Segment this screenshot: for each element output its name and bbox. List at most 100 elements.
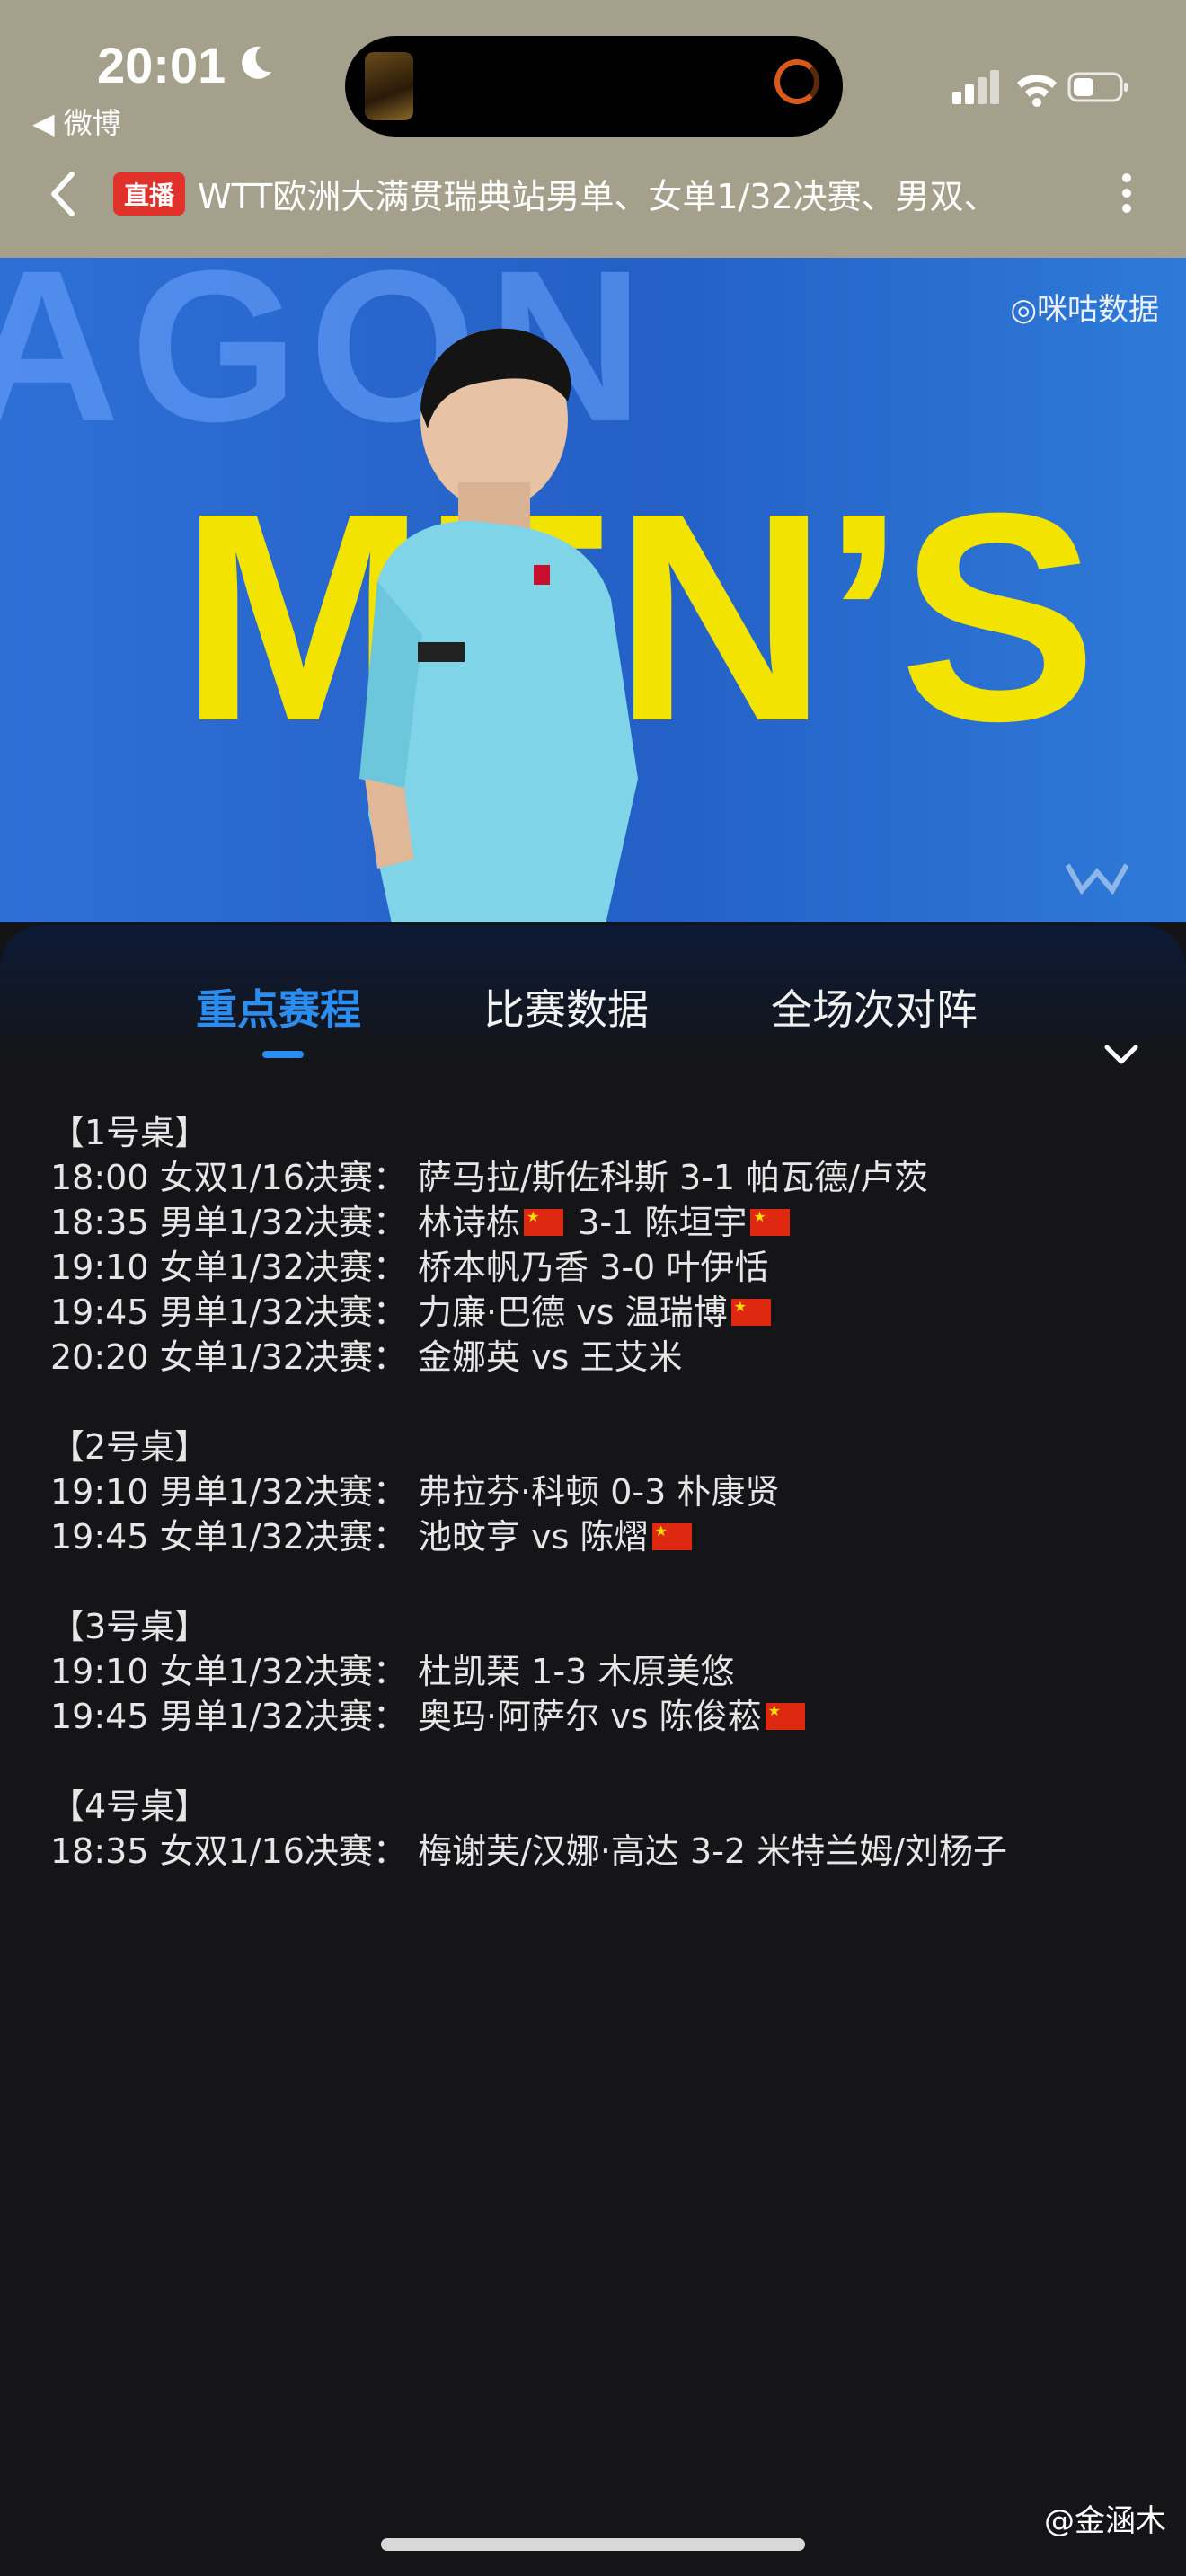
china-flag-icon bbox=[765, 1698, 805, 1730]
table-heading: 【1号桌】 bbox=[50, 1113, 209, 1152]
signal-icon bbox=[952, 70, 999, 104]
match-row: 19:45 男单1/32决赛： 力廉·巴德 vs 温瑞博 bbox=[50, 1290, 1146, 1335]
player-b: 陈熠 bbox=[580, 1517, 649, 1557]
match-time: 18:35 bbox=[50, 1831, 149, 1871]
match-score: 3-2 bbox=[690, 1831, 747, 1871]
table-group: 【2号桌】 19:10 男单1/32决赛： 弗拉芬·科顿 0-3 朴康贤 19:45… bbox=[50, 1425, 1146, 1559]
weibo-credit: @金涵木 bbox=[1044, 2503, 1166, 2539]
match-score: 3-0 bbox=[599, 1248, 656, 1287]
match-time: 19:45 bbox=[50, 1697, 149, 1736]
video-watermark: ◎咪咕数据 bbox=[1010, 292, 1159, 328]
table-heading: 【2号桌】 bbox=[50, 1427, 209, 1467]
active-tab-indicator bbox=[262, 1051, 304, 1058]
match-score: 0-3 bbox=[610, 1472, 667, 1512]
player-a: 金娜英 bbox=[418, 1337, 521, 1377]
player-b: 叶伊恬 bbox=[666, 1248, 769, 1287]
dynamic-island[interactable] bbox=[345, 36, 843, 137]
match-event: 男单1/32决赛： bbox=[159, 1292, 407, 1332]
match-score: vs bbox=[531, 1517, 570, 1557]
china-flag-icon bbox=[524, 1204, 564, 1236]
match-time: 19:10 bbox=[50, 1472, 149, 1512]
player-b: 朴康贤 bbox=[677, 1472, 780, 1512]
match-event: 男单1/32决赛： bbox=[159, 1697, 407, 1736]
player-a: 弗拉芬·科顿 bbox=[418, 1472, 600, 1512]
player-b: 王艾米 bbox=[580, 1337, 683, 1377]
match-event: 男单1/32决赛： bbox=[159, 1203, 407, 1242]
player-a: 梅谢芙/汉娜·高达 bbox=[418, 1831, 679, 1871]
match-time: 19:45 bbox=[50, 1292, 149, 1332]
back-to-app-link[interactable]: ◀ 微博 bbox=[32, 101, 121, 142]
match-event: 女单1/32决赛： bbox=[159, 1517, 407, 1557]
match-time: 19:10 bbox=[50, 1652, 149, 1691]
match-row: 19:10 女单1/32决赛： 桥本帆乃香 3-0 叶伊恬 bbox=[50, 1245, 1146, 1290]
home-indicator[interactable] bbox=[381, 2538, 805, 2551]
battery-icon bbox=[1067, 72, 1128, 102]
match-row: 18:35 男单1/32决赛： 林诗栋 3-1 陈垣宇 bbox=[50, 1200, 1146, 1245]
player-figure bbox=[359, 328, 638, 922]
match-row: 18:00 女双1/16决赛： 萨马拉/斯佐科斯 3-1 帕瓦德/卢茨 bbox=[50, 1155, 1146, 1200]
match-score: vs bbox=[576, 1292, 615, 1332]
player-a: 力廉·巴德 bbox=[418, 1292, 566, 1332]
moon-icon bbox=[242, 46, 271, 79]
match-event: 女单1/32决赛： bbox=[159, 1248, 407, 1287]
match-time: 18:00 bbox=[50, 1158, 149, 1197]
match-event: 女双1/16决赛： bbox=[159, 1831, 407, 1871]
player-b: 米特兰姆/刘杨子 bbox=[757, 1831, 1008, 1871]
tab-key-schedule[interactable]: 重点赛程 bbox=[196, 977, 361, 1037]
match-score: vs bbox=[610, 1697, 649, 1736]
match-row: 19:45 男单1/32决赛： 奥玛·阿萨尔 vs 陈俊菘 bbox=[50, 1694, 1146, 1739]
match-time: 19:45 bbox=[50, 1517, 149, 1557]
player-a: 池旼亨 bbox=[418, 1517, 521, 1557]
match-row: 20:20 女单1/32决赛： 金娜英 vs 王艾米 bbox=[50, 1335, 1146, 1380]
tab-bar: 重点赛程 比赛数据 全场次对阵 bbox=[0, 977, 1186, 1067]
player-b: 帕瓦德/卢茨 bbox=[746, 1158, 928, 1197]
live-badge: 直播 bbox=[113, 172, 186, 216]
china-flag-icon bbox=[750, 1204, 791, 1236]
table-group: 【3号桌】 19:10 女单1/32决赛： 杜凯琹 1-3 木原美悠 19:45 男… bbox=[50, 1604, 1146, 1739]
match-event: 女单1/32决赛： bbox=[159, 1652, 407, 1691]
match-time: 19:10 bbox=[50, 1248, 149, 1287]
status-time: 20:01 bbox=[97, 37, 226, 93]
player-b: 陈垣宇 bbox=[644, 1203, 748, 1242]
match-event: 男单1/32决赛： bbox=[159, 1472, 407, 1512]
player-a: 杜凯琹 bbox=[418, 1652, 521, 1691]
status-icons bbox=[952, 70, 1128, 107]
match-event: 女单1/32决赛： bbox=[159, 1337, 407, 1377]
player-a: 桥本帆乃香 bbox=[418, 1248, 589, 1287]
schedule-list: 【1号桌】 18:00 女双1/16决赛： 萨马拉/斯佐科斯 3-1 帕瓦德/卢茨… bbox=[50, 1110, 1146, 1919]
wtt-logo-icon bbox=[1066, 863, 1128, 895]
match-score: 3-1 bbox=[678, 1158, 736, 1197]
match-row: 19:45 女单1/32决赛： 池旼亨 vs 陈熠 bbox=[50, 1514, 1146, 1559]
table-heading: 【3号桌】 bbox=[50, 1607, 209, 1646]
match-score: vs bbox=[531, 1337, 570, 1377]
player-b: 温瑞博 bbox=[624, 1292, 728, 1332]
tab-all-matchups[interactable]: 全场次对阵 bbox=[771, 977, 978, 1037]
china-flag-icon bbox=[651, 1518, 692, 1550]
player-a: 萨马拉/斯佐科斯 bbox=[418, 1158, 668, 1197]
china-flag-icon bbox=[730, 1293, 771, 1326]
match-score: 3-1 bbox=[578, 1203, 634, 1242]
table-heading: 【4号桌】 bbox=[50, 1786, 209, 1826]
video-player[interactable]: AGON MEN’S ◎咪咕数据 bbox=[0, 258, 1186, 922]
match-row: 18:35 女双1/16决赛： 梅谢芙/汉娜·高达 3-2 米特兰姆/刘杨子 bbox=[50, 1829, 1146, 1874]
live-title: WTT欧洲大满贯瑞典站男单、女单1/32决赛、男双、 bbox=[198, 177, 998, 216]
player-a: 林诗栋 bbox=[418, 1203, 521, 1242]
match-row: 19:10 男单1/32决赛： 弗拉芬·科顿 0-3 朴康贤 bbox=[50, 1469, 1146, 1514]
player-a: 奥玛·阿萨尔 bbox=[418, 1697, 600, 1736]
back-chevron-icon[interactable] bbox=[45, 167, 81, 221]
player-b: 陈俊菘 bbox=[659, 1697, 762, 1736]
player-b: 木原美悠 bbox=[597, 1652, 735, 1691]
match-time: 20:20 bbox=[50, 1337, 149, 1377]
activity-ring-icon bbox=[774, 59, 819, 104]
more-options-icon[interactable] bbox=[1111, 167, 1143, 225]
now-playing-artwork bbox=[365, 52, 413, 120]
match-event: 女双1/16决赛： bbox=[159, 1158, 407, 1197]
schedule-panel: 重点赛程 比赛数据 全场次对阵 【1号桌】 18:00 女双1/16决赛： 萨马拉… bbox=[0, 925, 1186, 2576]
chevron-down-icon[interactable] bbox=[1102, 1035, 1141, 1074]
tab-match-data[interactable]: 比赛数据 bbox=[483, 977, 649, 1037]
match-row: 19:10 女单1/32决赛： 杜凯琹 1-3 木原美悠 bbox=[50, 1649, 1146, 1694]
wifi-icon bbox=[1017, 75, 1057, 107]
table-group: 【1号桌】 18:00 女双1/16决赛： 萨马拉/斯佐科斯 3-1 帕瓦德/卢茨… bbox=[50, 1110, 1146, 1380]
match-score: 1-3 bbox=[531, 1652, 588, 1691]
match-time: 18:35 bbox=[50, 1203, 149, 1242]
